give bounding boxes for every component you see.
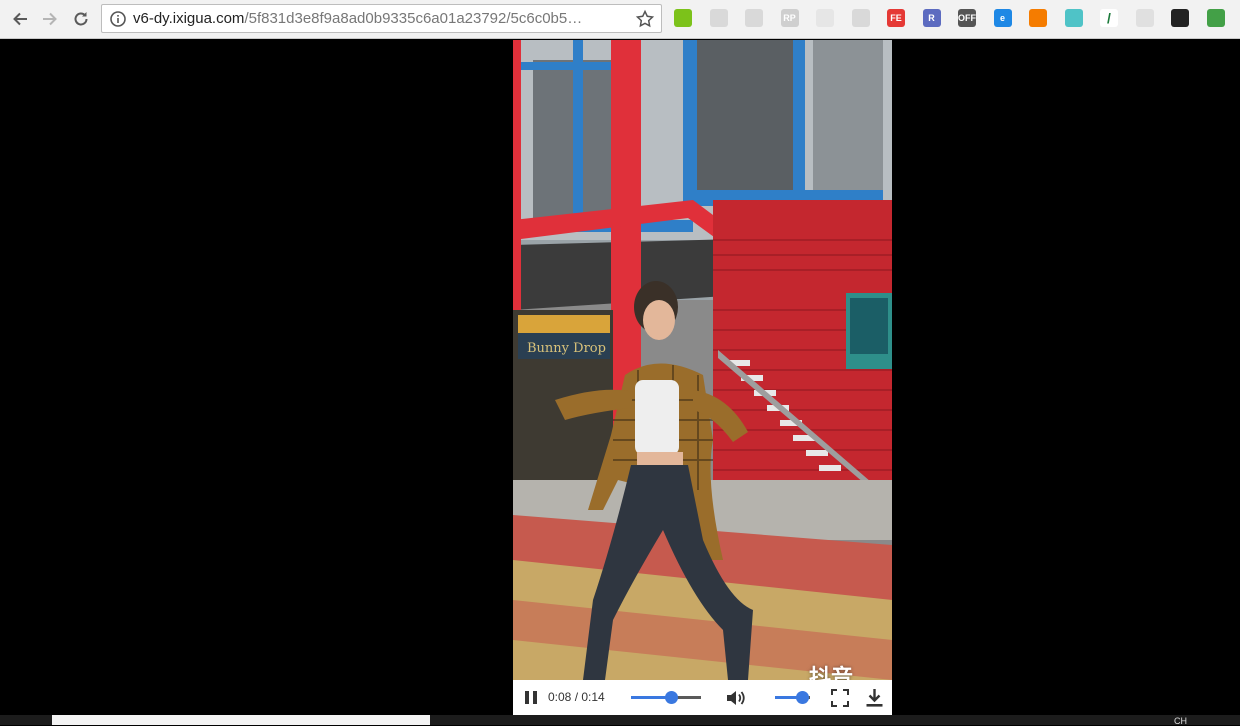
pen-extension-icon[interactable]: /	[1100, 9, 1118, 27]
download-extension-icon[interactable]	[1206, 9, 1225, 27]
blank-extension-icon[interactable]	[816, 9, 834, 27]
video-frame[interactable]: Bunny Drop 抖音	[513, 40, 892, 715]
fullscreen-icon[interactable]	[831, 689, 849, 707]
off-extension-icon[interactable]: OFF	[958, 9, 976, 27]
reload-button[interactable]	[69, 7, 93, 31]
forward-button[interactable]	[38, 7, 62, 31]
pause-icon[interactable]	[523, 689, 539, 706]
reload-icon	[74, 12, 88, 26]
time-display: 0:08 / 0:14	[548, 690, 605, 704]
grid-extension-icon[interactable]	[851, 9, 870, 27]
rp-extension-icon[interactable]: RP	[780, 9, 799, 27]
arrow-right-icon	[43, 12, 57, 26]
video-scene: Bunny Drop	[513, 40, 892, 715]
browser-toolbar: v6-dy.ixigua.com/5f831d3e8f9a8ad0b9335c6…	[0, 0, 1240, 39]
taskbar-search-box[interactable]	[52, 715, 430, 725]
lifebuoy-extension-icon[interactable]	[1029, 9, 1047, 27]
video-controls: 0:08 / 0:14	[513, 680, 892, 715]
glasses-extension-icon[interactable]	[1171, 9, 1189, 27]
seek-bar[interactable]	[631, 691, 701, 704]
arrow-left-icon	[13, 12, 27, 26]
tree-extension-icon[interactable]	[745, 9, 763, 27]
download-icon[interactable]	[865, 688, 884, 708]
vpn-extension-icon[interactable]	[674, 9, 692, 27]
back-button[interactable]	[8, 7, 32, 31]
volume-handle[interactable]	[796, 691, 810, 704]
react-extension-icon[interactable]: R	[922, 9, 941, 27]
address-bar[interactable]: v6-dy.ixigua.com/5f831d3e8f9a8ad0b9335c6…	[101, 4, 662, 33]
fe-extension-icon[interactable]: FE	[887, 9, 905, 27]
url-path: /5f831d3e8f9a8ad0b9335c6a01a23792/5c6c0b…	[244, 10, 583, 27]
os-taskbar: CH	[0, 715, 1240, 726]
bookmark-star-icon[interactable]	[635, 9, 655, 29]
volume-icon[interactable]	[725, 688, 747, 708]
ie-extension-icon[interactable]: e	[993, 9, 1012, 27]
image-extension-icon[interactable]	[709, 9, 728, 27]
seek-handle[interactable]	[664, 691, 678, 704]
shield-extension-icon[interactable]	[1135, 9, 1154, 27]
info-icon[interactable]	[109, 10, 127, 28]
atom-extension-icon[interactable]	[1064, 9, 1083, 27]
shop-sign-text: Bunny Drop	[527, 341, 606, 356]
url-text[interactable]: v6-dy.ixigua.com/5f831d3e8f9a8ad0b9335c6…	[133, 10, 619, 27]
volume-slider[interactable]	[775, 691, 810, 704]
url-host: v6-dy.ixigua.com	[133, 10, 245, 27]
